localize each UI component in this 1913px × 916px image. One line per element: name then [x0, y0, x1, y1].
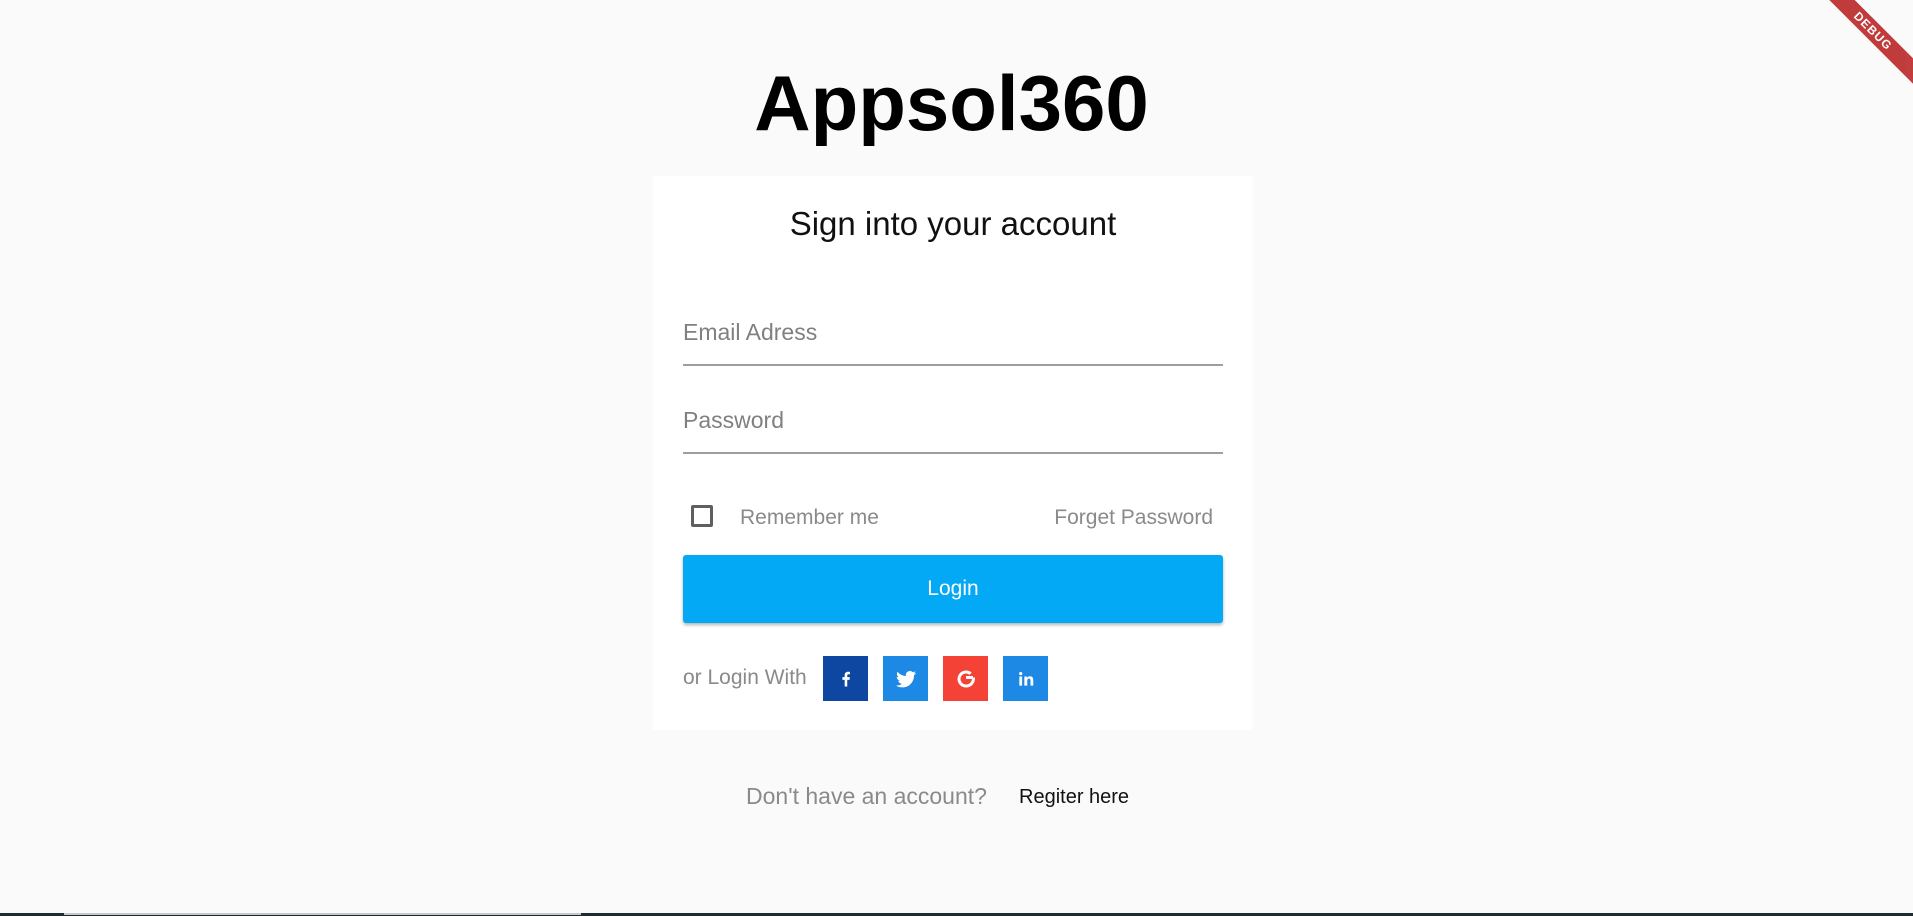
- login-page: Appsol360 Sign into your account Remembe…: [0, 0, 1913, 916]
- google-login-button[interactable]: [943, 656, 988, 701]
- register-link[interactable]: Regiter here: [1019, 784, 1129, 810]
- card-heading: Sign into your account: [789, 205, 1117, 242]
- login-card: Sign into your account Remember me Forge…: [653, 176, 1253, 730]
- no-account-text: Don't have an account?: [746, 783, 987, 809]
- login-button[interactable]: Login: [683, 555, 1223, 623]
- linkedin-login-button[interactable]: [1003, 656, 1048, 701]
- bottom-edge-segment: [64, 913, 581, 915]
- google-icon: [957, 670, 975, 688]
- password-field[interactable]: [683, 407, 1223, 434]
- facebook-icon: [841, 671, 850, 686]
- alt-login-label: or Login With: [683, 666, 807, 689]
- debug-banner-label: DEBUG: [1817, 0, 1913, 87]
- linkedin-icon: [1018, 671, 1033, 686]
- password-field-container: [683, 384, 1223, 454]
- forget-password-link[interactable]: Forget Password: [1054, 506, 1213, 530]
- remember-me-checkbox[interactable]: [691, 505, 713, 527]
- email-field-container: [683, 296, 1223, 366]
- twitter-login-button[interactable]: [883, 656, 928, 701]
- twitter-icon: [895, 670, 916, 687]
- remember-me-label: Remember me: [740, 506, 879, 529]
- app-title: Appsol360: [754, 59, 1149, 147]
- facebook-login-button[interactable]: [823, 656, 868, 701]
- email-field[interactable]: [683, 319, 1223, 346]
- debug-banner: DEBUG: [1813, 0, 1913, 100]
